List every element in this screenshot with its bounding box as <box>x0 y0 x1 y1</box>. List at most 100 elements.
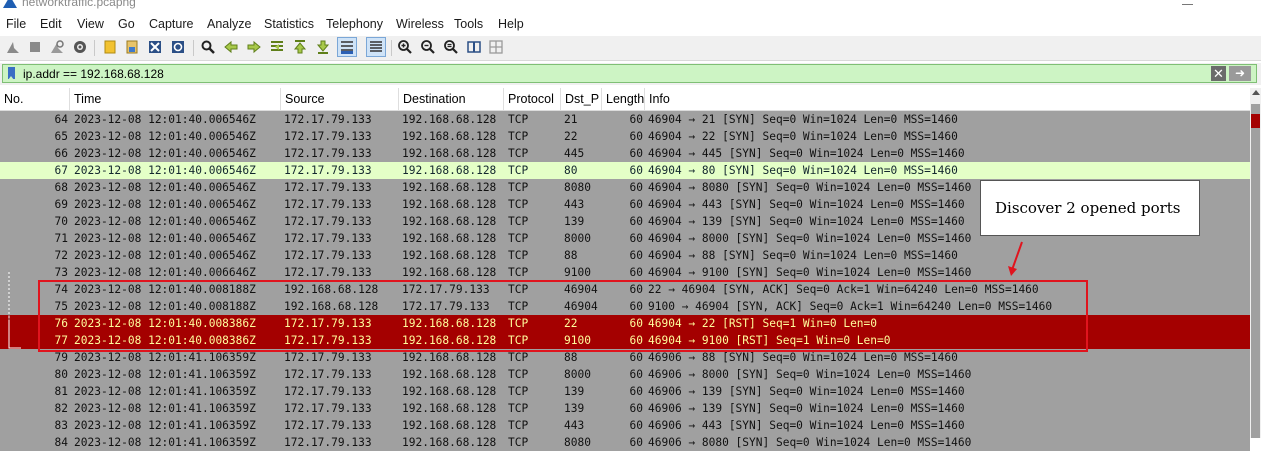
menu-analyze[interactable]: Analyze <box>207 17 251 31</box>
highlight-rectangle <box>38 280 1088 352</box>
packet-protocol: TCP <box>508 164 529 177</box>
table-row[interactable]: 72 2023-12-08 12:01:40.006546Z 172.17.79.1… <box>0 247 1250 264</box>
menu-tools[interactable]: Tools <box>454 17 483 31</box>
packet-protocol: TCP <box>508 368 529 381</box>
column-header-info[interactable]: Info <box>645 88 1250 110</box>
bookmark-icon[interactable] <box>8 67 15 80</box>
packet-time: 2023-12-08 12:01:41.106359Z <box>74 419 256 432</box>
packet-dst-port: 8000 <box>564 368 591 381</box>
column-header-time[interactable]: Time <box>70 88 281 110</box>
zoom-out-icon[interactable] <box>420 39 436 55</box>
apply-filter-icon[interactable]: ➜ <box>1229 66 1251 81</box>
column-header-destination[interactable]: Destination <box>399 88 504 110</box>
first-packet-icon[interactable] <box>292 39 308 55</box>
table-row[interactable]: 64 2023-12-08 12:01:40.006546Z 172.17.79.1… <box>0 111 1250 128</box>
scroll-up-icon[interactable] <box>1252 90 1260 95</box>
menu-capture[interactable]: Capture <box>149 17 193 31</box>
clear-filter-icon[interactable]: ✕ <box>1211 66 1226 81</box>
packet-info: 46904 → 9100 [SYN] Seq=0 Win=1024 Len=0 … <box>648 266 972 279</box>
zoom-in-icon[interactable] <box>397 39 413 55</box>
packet-time: 2023-12-08 12:01:41.106359Z <box>74 385 256 398</box>
table-row[interactable]: 65 2023-12-08 12:01:40.006546Z 172.17.79.1… <box>0 128 1250 145</box>
go-to-packet-icon[interactable] <box>269 39 285 55</box>
column-header-dst-port[interactable]: Dst_P <box>561 88 602 110</box>
table-row[interactable]: 73 2023-12-08 12:01:40.006646Z 172.17.79.1… <box>0 264 1250 281</box>
layout-icon[interactable] <box>488 39 504 55</box>
packet-minimap[interactable] <box>1251 104 1260 438</box>
colorize-icon[interactable] <box>366 37 386 57</box>
column-header-source[interactable]: Source <box>281 88 399 110</box>
menu-edit[interactable]: Edit <box>40 17 62 31</box>
table-row[interactable]: 84 2023-12-08 12:01:41.106359Z 172.17.79.1… <box>0 434 1250 451</box>
packet-length: 60 <box>629 436 643 449</box>
table-row[interactable]: 67 2023-12-08 12:01:40.006546Z 172.17.79.1… <box>0 162 1250 179</box>
table-row[interactable]: 83 2023-12-08 12:01:41.106359Z 172.17.79.1… <box>0 417 1250 434</box>
packet-protocol: TCP <box>508 419 529 432</box>
packet-dst-port: 443 <box>564 419 585 432</box>
menu-statistics[interactable]: Statistics <box>264 17 314 31</box>
save-file-icon[interactable] <box>124 39 140 55</box>
menu-telephony[interactable]: Telephony <box>326 17 383 31</box>
find-icon[interactable] <box>200 39 216 55</box>
table-row[interactable]: 82 2023-12-08 12:01:41.106359Z 172.17.79.1… <box>0 400 1250 417</box>
packet-time: 2023-12-08 12:01:40.006546Z <box>74 130 256 143</box>
packet-dst-port: 80 <box>564 164 578 177</box>
column-header-length[interactable]: Length <box>602 88 645 110</box>
display-filter-bar: ip.addr == 192.168.68.128 ✕ ➜ <box>0 63 1261 85</box>
wireshark-app-icon <box>3 0 17 8</box>
menu-wireless[interactable]: Wireless <box>396 17 444 31</box>
packet-number: 72 <box>54 249 68 262</box>
last-packet-icon[interactable] <box>315 39 331 55</box>
zoom-normal-icon[interactable] <box>443 39 459 55</box>
table-row[interactable]: 80 2023-12-08 12:01:41.106359Z 172.17.79.1… <box>0 366 1250 383</box>
packet-protocol: TCP <box>508 266 529 279</box>
menu-go[interactable]: Go <box>118 17 135 31</box>
reload-icon[interactable] <box>170 39 186 55</box>
close-file-icon[interactable] <box>147 39 163 55</box>
packet-destination: 192.168.68.128 <box>402 249 497 262</box>
packet-number: 66 <box>54 147 68 160</box>
related-packets-indicator <box>8 270 21 349</box>
shark-fin-start-icon[interactable] <box>5 39 21 55</box>
autoscroll-icon[interactable] <box>337 37 357 57</box>
packet-protocol: TCP <box>508 436 529 449</box>
display-filter-input[interactable]: ip.addr == 192.168.68.128 ✕ ➜ <box>2 64 1257 83</box>
packet-number: 64 <box>54 113 68 126</box>
packet-dst-port: 9100 <box>564 266 591 279</box>
restart-icon[interactable] <box>49 39 65 55</box>
packet-destination: 192.168.68.128 <box>402 419 497 432</box>
packet-info: 46904 → 443 [SYN] Seq=0 Win=1024 Len=0 M… <box>648 198 965 211</box>
packet-number: 69 <box>54 198 68 211</box>
packet-source: 172.17.79.133 <box>284 130 372 143</box>
column-header-no[interactable]: No. <box>0 88 70 110</box>
packet-source: 172.17.79.133 <box>284 232 372 245</box>
back-icon[interactable] <box>223 39 239 55</box>
packet-info: 46904 → 139 [SYN] Seq=0 Win=1024 Len=0 M… <box>648 215 965 228</box>
table-row[interactable]: 66 2023-12-08 12:01:40.006546Z 172.17.79.1… <box>0 145 1250 162</box>
packet-length: 60 <box>629 130 643 143</box>
packet-destination: 192.168.68.128 <box>402 181 497 194</box>
packet-protocol: TCP <box>508 147 529 160</box>
menu-help[interactable]: Help <box>498 17 524 31</box>
column-header-protocol[interactable]: Protocol <box>504 88 561 110</box>
open-file-icon[interactable] <box>102 39 118 55</box>
menu-view[interactable]: View <box>77 17 104 31</box>
packet-destination: 192.168.68.128 <box>402 402 497 415</box>
resize-columns-icon[interactable] <box>466 39 482 55</box>
table-row[interactable]: 81 2023-12-08 12:01:41.106359Z 172.17.79.1… <box>0 383 1250 400</box>
packet-source: 172.17.79.133 <box>284 402 372 415</box>
menu-bar: File Edit View Go Capture Analyze Statis… <box>0 14 1261 34</box>
window-title: networktraffic.pcapng <box>22 0 136 9</box>
packet-list-scrollbar[interactable] <box>1250 88 1261 438</box>
forward-icon[interactable] <box>246 39 262 55</box>
minimize-icon[interactable] <box>1181 0 1195 7</box>
packet-dst-port: 139 <box>564 215 585 228</box>
options-gear-icon[interactable] <box>72 39 88 55</box>
stop-icon[interactable] <box>27 39 43 55</box>
packet-dst-port: 21 <box>564 113 578 126</box>
packet-info: 46904 → 8000 [SYN] Seq=0 Win=1024 Len=0 … <box>648 232 972 245</box>
menu-file[interactable]: File <box>6 17 26 31</box>
packet-time: 2023-12-08 12:01:40.006546Z <box>74 181 256 194</box>
filter-text[interactable]: ip.addr == 192.168.68.128 <box>23 67 164 81</box>
packet-destination: 192.168.68.128 <box>402 130 497 143</box>
